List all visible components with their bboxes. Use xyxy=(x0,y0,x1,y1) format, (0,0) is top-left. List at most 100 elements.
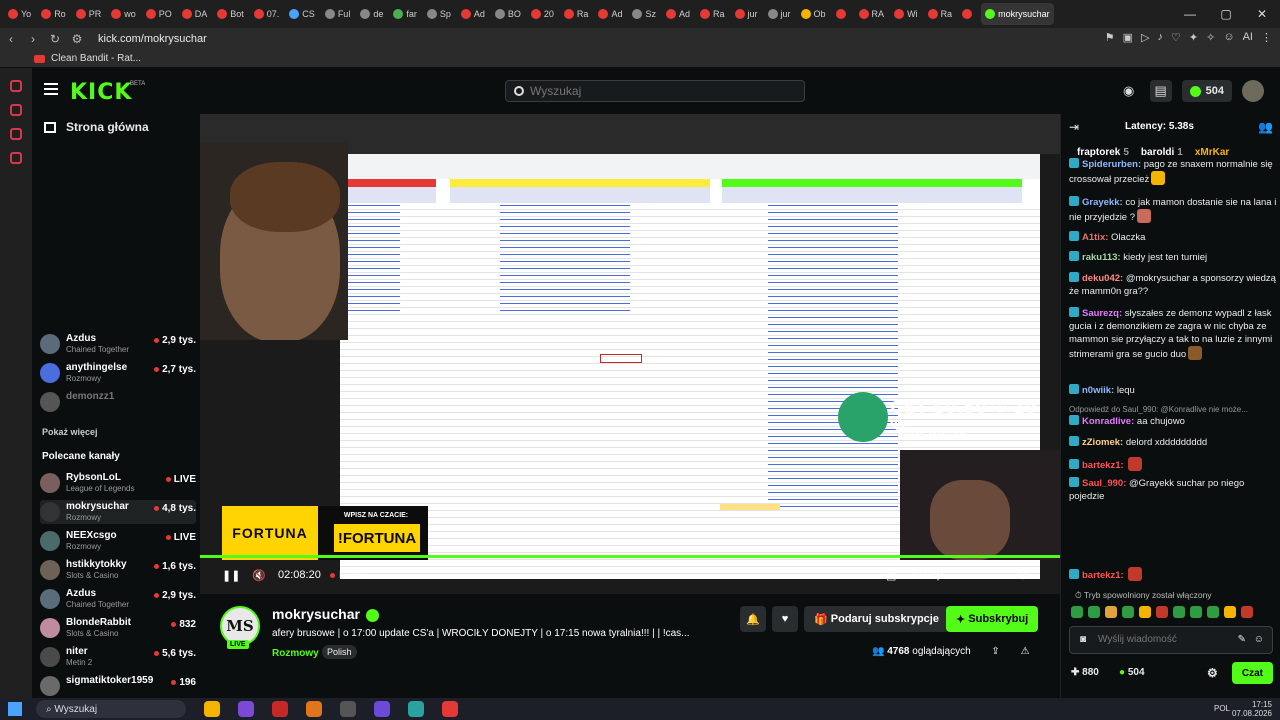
browser-tab[interactable]: Sp xyxy=(423,3,455,25)
channel-row[interactable]: demonzz1 xyxy=(40,390,196,414)
sidebar-app-icon[interactable] xyxy=(10,128,22,140)
emote-icon[interactable] xyxy=(1139,606,1151,618)
search-input[interactable] xyxy=(530,84,780,98)
browser-tab[interactable]: CS xyxy=(285,3,319,25)
taskbar-search[interactable]: ⌕ Wyszukaj xyxy=(36,700,186,718)
emote-icon[interactable] xyxy=(1088,606,1100,618)
progress-bar[interactable] xyxy=(200,555,1060,558)
fullscreen-icon[interactable]: ⛶ xyxy=(990,569,998,582)
chat-message[interactable]: Grayekk: co jak mamon dostanie sie na la… xyxy=(1069,196,1277,224)
forward-icon[interactable]: › xyxy=(22,32,44,46)
browser-tab[interactable]: de xyxy=(356,3,387,25)
close-icon[interactable]: ✕ xyxy=(1244,0,1280,28)
chat-username[interactable]: n0wiik: xyxy=(1082,385,1114,396)
chat-username[interactable]: bartekz1: xyxy=(1082,460,1124,471)
chrome-icon[interactable] xyxy=(442,701,458,717)
browser-tab[interactable]: Ra xyxy=(560,3,593,25)
browser-tab[interactable]: Ful xyxy=(321,3,355,25)
browser-tab[interactable]: Yo xyxy=(4,3,35,25)
pip-icon[interactable]: ▭ xyxy=(960,569,970,582)
ai-icon[interactable]: AI xyxy=(1243,31,1253,44)
library-icon[interactable]: ▤ xyxy=(1149,80,1172,102)
pause-icon[interactable]: ❚❚ xyxy=(222,569,240,582)
emote-icon[interactable] xyxy=(1105,606,1117,618)
subscribe-button[interactable]: ✦ Subskrybuj xyxy=(946,606,1039,632)
notification-icon[interactable]: ◉ xyxy=(1118,80,1140,102)
emote-icon[interactable] xyxy=(1071,606,1083,618)
browser-tab[interactable]: Ra xyxy=(696,3,729,25)
home-link[interactable]: Strona główna xyxy=(44,120,149,134)
windows-start-icon[interactable] xyxy=(8,702,22,716)
chat-message[interactable]: bartekz1: xyxy=(1069,457,1277,472)
heart-icon[interactable]: ♡ xyxy=(1171,31,1181,44)
menu-icon[interactable]: ⋮ xyxy=(1261,31,1272,44)
play-icon[interactable]: ▷ xyxy=(1141,31,1149,44)
chat-username[interactable]: deku042: xyxy=(1082,273,1123,284)
browser-tab[interactable]: wo xyxy=(107,3,140,25)
bookmark-icon[interactable]: ⚑ xyxy=(1105,31,1115,44)
browser-tab[interactable]: 07. xyxy=(250,3,284,25)
maximize-icon[interactable]: ▢ xyxy=(1208,0,1244,28)
collapse-chat-icon[interactable]: ⇥ xyxy=(1069,120,1079,134)
sidebar-app-icon[interactable] xyxy=(10,152,22,164)
language-tag[interactable]: Polish xyxy=(322,645,357,659)
share-icon[interactable]: ⇪ xyxy=(991,646,999,657)
channel-row[interactable]: mokrysuchar Rozmowy 4,8 tys. xyxy=(40,500,196,524)
extension-icon[interactable]: ▣ xyxy=(1123,31,1133,44)
url-field[interactable]: kick.com/mokrysuchar xyxy=(98,33,207,45)
emote-icon[interactable] xyxy=(1156,606,1168,618)
channel-row[interactable]: anythingelse Rozmowy 2,7 tys. xyxy=(40,361,196,385)
chat-message[interactable]: Saurezq: słyszałes ze demonz wypadl z ła… xyxy=(1069,307,1277,361)
shield-icon[interactable] xyxy=(306,701,322,717)
profile-icon[interactable]: ☺ xyxy=(1223,31,1234,44)
sidebar-app-icon[interactable] xyxy=(10,80,22,92)
opera-icon[interactable] xyxy=(272,701,288,717)
points-badge[interactable]: 504 xyxy=(1181,80,1232,102)
browser-tab[interactable] xyxy=(832,3,853,25)
follow-heart-icon[interactable]: ♥ xyxy=(772,606,798,632)
chat-send-button[interactable]: Czat xyxy=(1231,662,1273,684)
back-icon[interactable]: ‹ xyxy=(0,32,22,46)
browser-tab[interactable]: Ra xyxy=(924,3,957,25)
chat-username[interactable]: Saurezq: xyxy=(1082,308,1122,319)
browser-tab[interactable]: PO xyxy=(142,3,176,25)
channel-row[interactable]: niter Metin 2 5,6 tys. xyxy=(40,645,196,669)
chat-input-box[interactable]: ◙ ✎ ☺ xyxy=(1069,626,1273,654)
chat-message[interactable]: raku113: kiedy jest ten turniej xyxy=(1069,251,1277,264)
translate-icon[interactable]: ✎ xyxy=(1238,634,1246,645)
chat-message[interactable]: Spiderurben: pago ze snaxem normalnie si… xyxy=(1069,158,1277,186)
file-explorer-icon[interactable] xyxy=(204,701,220,717)
hamburger-icon[interactable] xyxy=(44,83,58,95)
channel-name[interactable]: mokrysuchar xyxy=(272,606,379,622)
browser-tab[interactable]: jur xyxy=(764,3,795,25)
clip-button[interactable]: ⎘ Clip xyxy=(912,569,943,582)
clock[interactable]: 17:15 07.08.2026 xyxy=(1232,700,1272,718)
browser-tab[interactable]: BO xyxy=(491,3,525,25)
channel-row[interactable]: hstikkytokky Slots & Casino 1,6 tys. xyxy=(40,558,196,582)
chat-message[interactable]: deku042: @mokrysuchar a sponsorzy wiedzą… xyxy=(1069,272,1277,298)
chat-message[interactable]: n0wiik: lequ xyxy=(1069,384,1277,397)
browser-tab[interactable]: 20 xyxy=(527,3,558,25)
chat-username[interactable]: Grayekk: xyxy=(1082,197,1123,208)
emote-icon[interactable] xyxy=(1190,606,1202,618)
browser-tab[interactable] xyxy=(958,3,979,25)
report-icon[interactable]: ⚠ xyxy=(1021,646,1030,657)
channel-row[interactable]: Azdus Chained Together 2,9 tys. xyxy=(40,332,196,356)
channel-row[interactable]: sigmatiktoker1959 196 xyxy=(40,674,196,698)
search-box[interactable] xyxy=(505,80,805,102)
chat-input[interactable] xyxy=(1098,634,1238,645)
emote-icon[interactable] xyxy=(1173,606,1185,618)
browser-tab[interactable]: far xyxy=(389,3,421,25)
chat-username[interactable]: Spiderurben: xyxy=(1082,159,1141,170)
browser-tab[interactable]: Ob xyxy=(797,3,830,25)
theater-icon[interactable]: ▣ xyxy=(886,569,896,582)
chat-username[interactable]: bartekz1: xyxy=(1082,570,1124,581)
browser-tab[interactable]: Ro xyxy=(37,3,70,25)
kick-logo[interactable]: KICK xyxy=(70,80,132,105)
browser-tab[interactable]: Ad xyxy=(594,3,626,25)
chat-mode-icon[interactable]: ◙ xyxy=(1080,634,1086,645)
volume-icon[interactable]: 🔇 xyxy=(252,569,266,582)
video-player[interactable]: FORTUNA WPISZ NA CZACIE: !FORTUNA xyxy=(200,114,1060,594)
chat-points[interactable]: ● 504 xyxy=(1119,667,1145,678)
chat-settings-icon[interactable]: ⚙ xyxy=(1207,666,1218,680)
